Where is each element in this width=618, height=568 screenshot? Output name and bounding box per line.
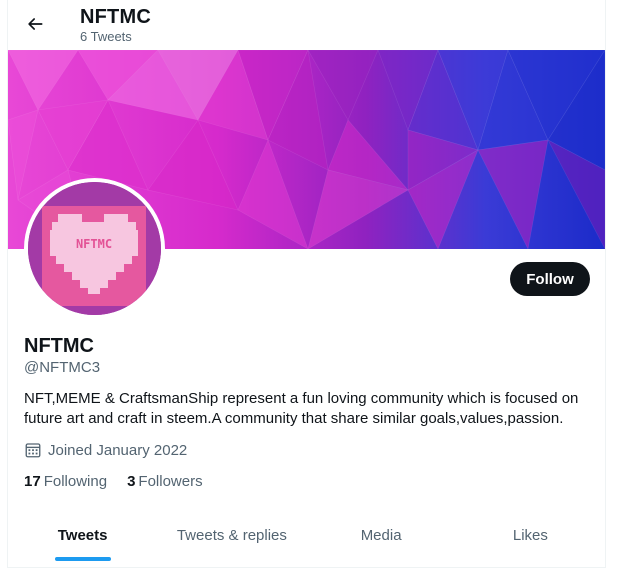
profile-handle: @NFTMC3	[24, 359, 101, 376]
tab-likes-label: Likes	[512, 526, 548, 544]
tweet-count: 6 Tweets	[80, 29, 132, 44]
profile-bio: NFT,MEME & CraftsmanShip represent a fun…	[24, 390, 579, 427]
profile-avatar[interactable]: NFTMC	[24, 178, 165, 319]
profile-name: NFTMC	[24, 335, 94, 357]
arrow-left-icon	[28, 18, 43, 30]
following-label: Following	[43, 473, 108, 490]
tab-tweets[interactable]: Tweets	[8, 510, 157, 568]
follow-stats: 17 Following 3 Followers	[24, 473, 223, 490]
active-tab-indicator	[54, 557, 111, 561]
profile-header-bar: NFTMC 6 Tweets	[8, 0, 605, 50]
avatar-image: NFTMC	[28, 182, 161, 315]
join-date-text: Joined January 2022	[48, 441, 188, 459]
right-border	[605, 0, 606, 568]
followers-link[interactable]: 3 Followers	[127, 473, 203, 490]
tab-tweets-replies-label: Tweets & replies	[176, 526, 287, 544]
tab-media-label: Media	[360, 526, 402, 544]
follow-button[interactable]: Follow	[510, 262, 590, 296]
tab-tweets-label: Tweets	[57, 526, 108, 544]
followers-label: Followers	[138, 473, 203, 490]
tab-tweets-replies[interactable]: Tweets & replies	[157, 510, 306, 568]
calendar-icon	[25, 443, 41, 458]
profile-tabs: Tweets Tweets & replies Media Likes	[8, 510, 605, 568]
avatar-logo-text: NFTMC	[76, 237, 112, 251]
following-count: 17	[24, 473, 41, 490]
header-title: NFTMC	[80, 6, 151, 28]
tab-likes[interactable]: Likes	[456, 510, 605, 568]
back-button[interactable]	[20, 9, 50, 39]
followers-count: 3	[127, 473, 136, 490]
join-date: Joined January 2022	[24, 441, 187, 459]
following-link[interactable]: 17 Following	[24, 473, 107, 490]
tab-media[interactable]: Media	[307, 510, 456, 568]
